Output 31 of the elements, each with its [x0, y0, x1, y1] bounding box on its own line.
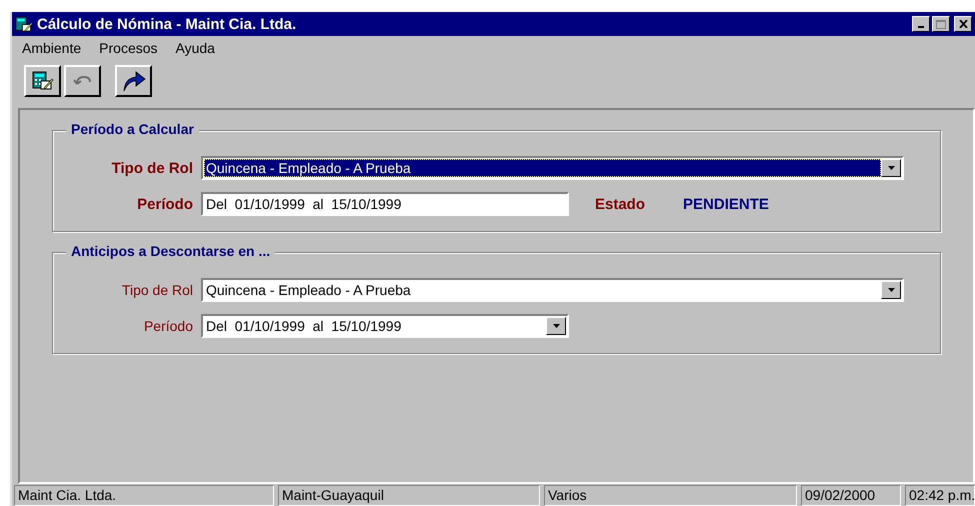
- window-title: Cálculo de Nómina - Maint Cia. Ltda.: [37, 16, 298, 32]
- toolbar-button[interactable]: [115, 65, 152, 97]
- close-button[interactable]: [954, 16, 972, 32]
- redo-arrow-icon: [122, 70, 146, 92]
- maximize-icon: [936, 20, 946, 28]
- calculator-pencil-icon: [32, 71, 54, 91]
- status-pane: Varios: [544, 485, 797, 506]
- calculator-pencil-icon: [15, 16, 33, 32]
- field-label: Período: [142, 318, 194, 334]
- field-label: Tipo de Rol: [110, 160, 194, 176]
- status-label: Estado: [595, 196, 646, 212]
- maximize-button[interactable]: [932, 16, 950, 32]
- field-label: Período: [136, 196, 194, 212]
- status-pane: 02:42 p.m.: [905, 485, 975, 506]
- group-title: Anticipos a Descontarse en ...: [66, 243, 276, 259]
- minimize-button[interactable]: [912, 16, 930, 32]
- toolbar-button[interactable]: [24, 65, 61, 97]
- menu-item[interactable]: Ambiente: [22, 40, 82, 58]
- status-pane: Maint Cia. Ltda.: [14, 485, 274, 506]
- group-title: Período a Calcular: [66, 121, 199, 137]
- close-icon: [958, 20, 968, 28]
- status-pane: Maint-Guayaquil: [278, 485, 540, 506]
- field-label: Tipo de Rol: [120, 282, 194, 298]
- dropdown[interactable]: Quincena - Empleado - A Prueba: [201, 156, 904, 180]
- menu-item[interactable]: Ayuda: [176, 40, 215, 58]
- dropdown[interactable]: Del 01/10/1999 al 15/10/1999: [201, 314, 569, 338]
- dropdown[interactable]: Quincena - Empleado - A Prueba: [201, 278, 904, 302]
- menu-item[interactable]: Procesos: [99, 40, 158, 58]
- status-value: PENDIENTE: [683, 196, 769, 212]
- status-pane: 09/02/2000: [801, 485, 901, 506]
- text-field[interactable]: Del 01/10/1999 al 15/10/1999: [201, 192, 569, 216]
